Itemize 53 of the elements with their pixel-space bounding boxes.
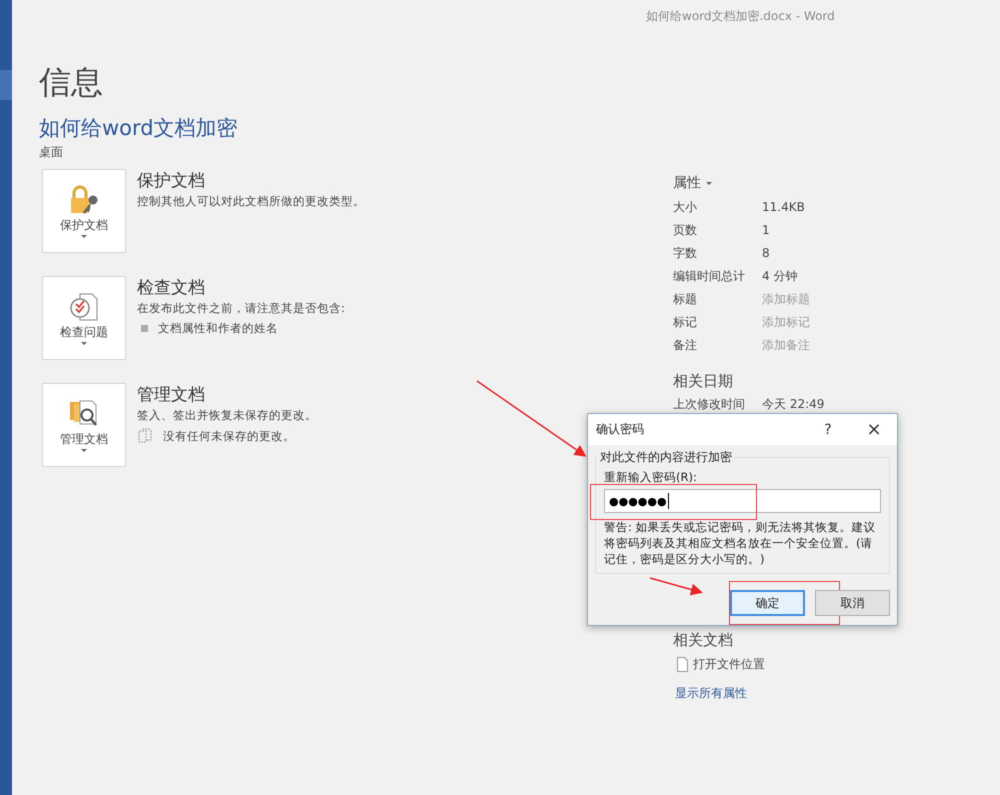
bullet-icon [141,325,148,332]
cancel-button[interactable]: 取消 [815,590,890,616]
section-heading: 管理文档 [137,384,206,407]
show-all-properties-link[interactable]: 显示所有属性 [675,685,824,702]
section-description: 签入、签出并恢复未保存的更改。 [137,408,317,423]
bullet-text: 文档属性和作者的姓名 [158,321,278,336]
caret-icon [706,182,712,184]
document-title: 如何给word文档加密 [39,115,239,142]
property-label: 编辑时间总计 [673,268,746,285]
property-label: 字数 [673,245,698,262]
protect-button[interactable]: 保护文档 [42,169,126,253]
caret-icon [81,235,87,238]
property-label: 标记 [673,314,698,331]
date-label: 上次修改时间 [673,396,746,413]
ok-button[interactable]: 确定 [730,590,805,616]
manage-button[interactable]: 管理文档 [42,383,126,467]
property-value: 8 [762,245,770,262]
section-description: 控制其他人可以对此文档所做的更改类型。 [137,194,365,209]
annotation-arrow [650,577,703,596]
properties-heading[interactable]: 属性 [673,174,701,192]
property-value: 4 分钟 [762,268,798,285]
status-note: 没有任何未保存的更改。 [163,428,295,444]
document-icon [677,657,688,672]
caret-icon [81,342,87,345]
window-title: 如何给word文档加密.docx - Word [646,8,835,24]
property-value: 11.4KB [762,199,805,216]
password-field[interactable]: ●●●●●● [604,489,881,513]
section-description: 在发布此文件之前，请注意其是否包含: [137,301,345,316]
lock-key-icon [68,184,100,216]
dialog-title: 确认密码 [596,421,645,438]
property-label: 标题 [673,291,698,308]
sidebar-item[interactable] [0,70,12,100]
close-button[interactable]: × [851,414,897,445]
property-value: 1 [762,222,770,239]
documents-icon [137,428,153,444]
section-heading: 相关日期 [673,372,734,391]
help-button[interactable]: ? [805,414,851,445]
inspect-button[interactable]: 检查问题 [42,276,126,360]
caret-icon [81,449,87,452]
group-label: 对此文件的内容进行加密 [598,449,734,466]
page-heading: 信息 [39,62,104,102]
property-label: 大小 [673,199,698,216]
inspect-document-icon [68,291,100,323]
section-heading: 保护文档 [137,170,206,193]
open-location-link[interactable]: 打开文件位置 [693,656,765,673]
document-location: 桌面 [39,144,64,161]
property-label: 备注 [673,337,698,354]
section-heading: 相关文档 [673,631,734,650]
date-value: 今天 22:49 [762,396,824,413]
warning-text: 警告: 如果丢失或忘记密码，则无法将其恢复。建议将密码列表及其相应文档名放在一个安全位置。(请记住，密码是区分大小写的。) [604,519,877,567]
section-heading: 检查文档 [137,277,206,300]
field-label: 重新输入密码(R): [604,470,698,485]
property-label: 页数 [673,222,698,239]
